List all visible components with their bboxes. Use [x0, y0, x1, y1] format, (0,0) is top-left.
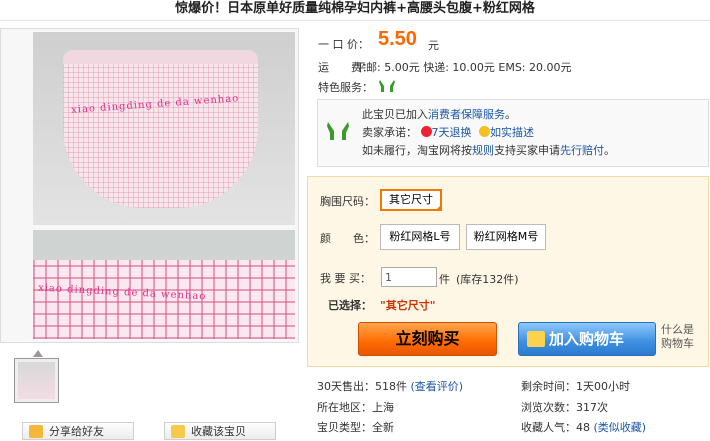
sold-30days: 30天售出：518件 (查看评价) — [317, 378, 463, 394]
as-described-link[interactable]: 如实描述 — [490, 126, 534, 139]
sold-label: 30天售出： — [317, 380, 375, 393]
what-is-cart-line2: 购物车 — [661, 337, 694, 350]
favorite-label: 收藏该宝贝 — [191, 425, 246, 438]
as-described-icon — [479, 126, 490, 137]
view-reviews-link[interactable]: (查看评价) — [411, 380, 464, 393]
what-is-cart-line1: 什么是 — [661, 323, 694, 336]
buy-now-button[interactable]: 立刻购买 — [358, 322, 497, 356]
quantity-input[interactable] — [381, 267, 437, 287]
stock-text: (库存132件) — [456, 273, 519, 286]
price-value: 5.50 — [378, 28, 417, 50]
guarantee-rule-mid: 支持买家申请 — [494, 144, 560, 157]
thumbnail-image — [18, 362, 55, 399]
shipping-value: 平邮: 5.00元 快递: 10.00元 EMS: 20.00元 — [355, 61, 572, 74]
cart-icon — [527, 331, 545, 347]
garment-shape — [63, 50, 258, 208]
views-value: 317次 — [576, 401, 608, 414]
type-value: 全新 — [372, 421, 394, 434]
what-is-cart-link[interactable]: 什么是 购物车 — [661, 323, 694, 351]
size-option-other[interactable]: 其它尺寸 — [380, 189, 442, 211]
selected-label: 已选择： — [328, 299, 372, 312]
thumb-pointer-icon — [33, 350, 43, 357]
guarantee-text: 此宝贝已加入 — [362, 108, 428, 121]
return-7day-link[interactable]: 7天退换 — [432, 126, 472, 139]
guarantee-text-end: 。 — [505, 108, 516, 121]
guarantee-line-2: 卖家承诺： 7天退换 如实描述 — [362, 124, 534, 140]
add-to-cart-label: 加入购物车 — [549, 330, 625, 348]
guarantee-rule-end: 。 — [604, 144, 615, 157]
similar-favorites-link[interactable]: (类似收藏) — [594, 421, 647, 434]
item-title: 惊爆价！日本原单好质量纯棉孕妇内裤+高腰头包腹+粉红网格 — [175, 1, 535, 16]
guarantee-line-1: 此宝贝已加入消费者保障服务。 — [362, 106, 516, 122]
popularity-value: 48 — [576, 421, 590, 434]
title-divider — [0, 20, 710, 21]
popularity-label: 收藏人气： — [521, 421, 576, 434]
garment-waistband — [63, 50, 258, 64]
remaining-value: 1天00小时 — [576, 380, 630, 393]
share-label: 分享给好友 — [49, 425, 104, 438]
guarantee-hands-icon — [326, 118, 350, 142]
color-label: 颜 色： — [320, 232, 375, 245]
photo-top-panel — [33, 32, 295, 225]
size-label: 胸围尺码： — [320, 195, 375, 208]
price-label: 一 口 价： — [318, 38, 369, 51]
quantity-unit: 件 — [439, 273, 450, 286]
selected-check-icon — [435, 204, 442, 211]
consumer-protection-link[interactable]: 消费者保障服务 — [428, 108, 505, 121]
service-label: 特色服务： — [318, 81, 373, 94]
guarantee-hands-icon[interactable] — [378, 76, 396, 94]
size-option-label: 其它尺寸 — [389, 193, 433, 206]
share-button[interactable]: 分享给好友 — [22, 422, 134, 440]
color-option-m[interactable]: 粉红网格M号 — [466, 224, 546, 250]
location: 所在地区：上海 — [317, 399, 394, 415]
quantity-label: 我 要 买： — [320, 272, 371, 285]
color-option-l[interactable]: 粉红网格L号 — [380, 224, 460, 250]
advance-compensation-link[interactable]: 先行赔付 — [560, 144, 604, 157]
item-type: 宝贝类型：全新 — [317, 419, 394, 435]
location-label: 所在地区： — [317, 401, 372, 414]
seller-promise-label: 卖家承诺： — [362, 126, 417, 139]
selected-value: "其它尺寸" — [380, 299, 436, 312]
share-icon — [29, 425, 43, 438]
guarantee-line-3: 如未履行，淘宝网将按规则支持买家申请先行赔付。 — [362, 142, 615, 158]
add-to-cart-button[interactable]: 加入购物车 — [518, 322, 656, 356]
type-label: 宝贝类型： — [317, 421, 372, 434]
view-count: 浏览次数：317次 — [521, 399, 608, 415]
location-value: 上海 — [372, 401, 394, 414]
favorite-icon — [171, 425, 185, 438]
favorite-popularity: 收藏人气：48 (类似收藏) — [521, 419, 646, 435]
thumbnail-1[interactable] — [14, 358, 59, 403]
return-7day-icon — [420, 126, 432, 137]
photo-bottom-band — [33, 230, 295, 260]
purchase-panel: 胸围尺码： 其它尺寸 颜 色： 粉红网格L号 粉红网格M号 我 要 买： 件 (… — [307, 176, 709, 367]
price-unit: 元 — [428, 39, 439, 52]
favorite-button[interactable]: 收藏该宝贝 — [164, 422, 276, 440]
guarantee-panel: 此宝贝已加入消费者保障服务。 卖家承诺： 7天退换 如实描述 如未履行，淘宝网将… — [317, 99, 709, 167]
remaining-label: 剩余时间： — [521, 380, 576, 393]
guarantee-rule-text: 如未履行，淘宝网将按 — [362, 144, 472, 157]
rules-link[interactable]: 规则 — [472, 144, 494, 157]
views-label: 浏览次数： — [521, 401, 576, 414]
sold-value: 518件 — [375, 380, 407, 393]
main-product-image[interactable]: xiao dingding de da wenhao xiao dingding… — [0, 28, 299, 343]
remaining-time: 剩余时间：1天00小时 — [521, 378, 630, 394]
